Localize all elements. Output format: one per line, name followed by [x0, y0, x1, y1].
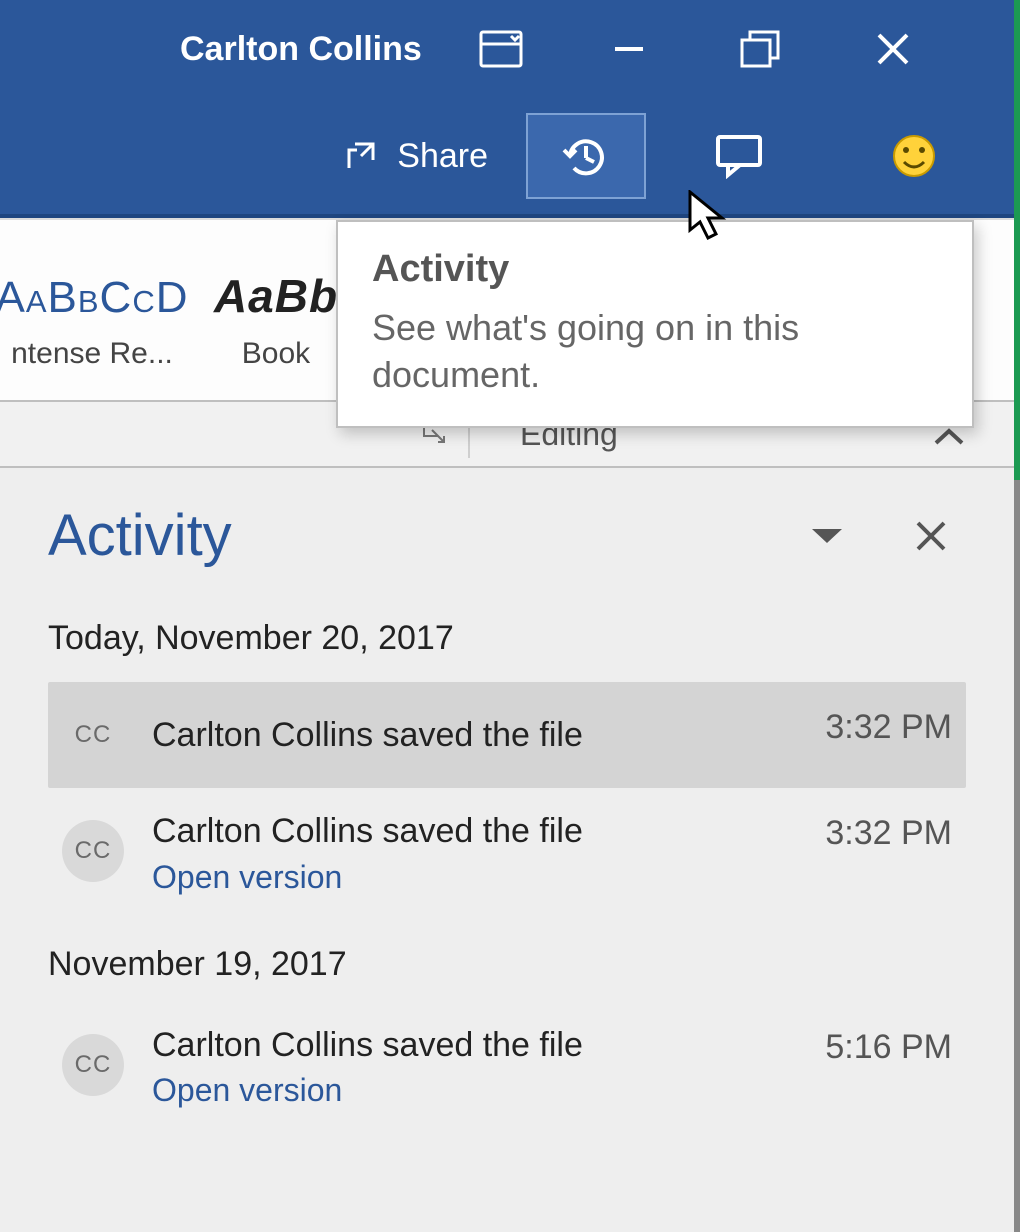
activity-tooltip: Activity See what's going on in this doc…: [336, 220, 974, 428]
adjacent-window-edge: [1014, 0, 1020, 480]
avatar: CC: [62, 704, 124, 766]
activity-entry[interactable]: CC Carlton Collins saved the file 3:32 P…: [48, 682, 966, 788]
restore-button[interactable]: [702, 0, 820, 98]
open-version-link[interactable]: Open version: [152, 1070, 805, 1110]
close-icon: [914, 519, 948, 553]
activity-entry[interactable]: CC Carlton Collins saved the file Open v…: [48, 794, 966, 917]
activity-entry-time: 3:32 PM: [825, 814, 952, 853]
activity-entry-time: 3:32 PM: [825, 708, 952, 747]
activity-entry-time: 5:16 PM: [825, 1028, 952, 1067]
activity-history-button[interactable]: [526, 113, 646, 199]
share-icon: [341, 136, 381, 176]
feedback-button[interactable]: [854, 113, 974, 199]
share-button[interactable]: Share: [321, 113, 508, 199]
activity-date-heading: November 19, 2017: [48, 945, 966, 984]
style-sample: AaBbCcD: [0, 249, 189, 323]
history-icon: [560, 130, 612, 182]
share-label: Share: [397, 137, 488, 176]
avatar: CC: [62, 1034, 124, 1096]
open-version-link[interactable]: Open version: [152, 857, 805, 897]
style-intense-reference[interactable]: AaBbCcD ntense Re...: [0, 220, 184, 400]
tooltip-body: See what's going on in this document.: [372, 305, 938, 399]
activity-pane-title: Activity: [48, 502, 792, 569]
tooltip-title: Activity: [372, 248, 938, 291]
activity-date-heading: Today, November 20, 2017: [48, 619, 966, 658]
activity-entry-text: Carlton Collins saved the file: [152, 714, 805, 757]
ribbon-display-options-button[interactable]: [442, 0, 560, 98]
style-caption: ntense Re...: [7, 337, 177, 371]
minimize-button[interactable]: [570, 0, 688, 98]
activity-pane-close-button[interactable]: [896, 506, 966, 566]
comments-button[interactable]: [674, 113, 804, 199]
window-user-name: Carlton Collins: [180, 30, 422, 69]
activity-entry-text: Carlton Collins saved the file: [152, 1024, 805, 1067]
activity-entry[interactable]: CC Carlton Collins saved the file Open v…: [48, 1008, 966, 1131]
close-button[interactable]: [834, 0, 952, 98]
smiley-icon: [890, 132, 938, 180]
activity-pane-options-button[interactable]: [792, 506, 862, 566]
avatar: CC: [62, 820, 124, 882]
chevron-down-icon: [810, 525, 844, 547]
style-sample: AaBb: [214, 249, 338, 323]
activity-entry-text: Carlton Collins saved the file: [152, 810, 805, 853]
comment-icon: [714, 133, 764, 179]
